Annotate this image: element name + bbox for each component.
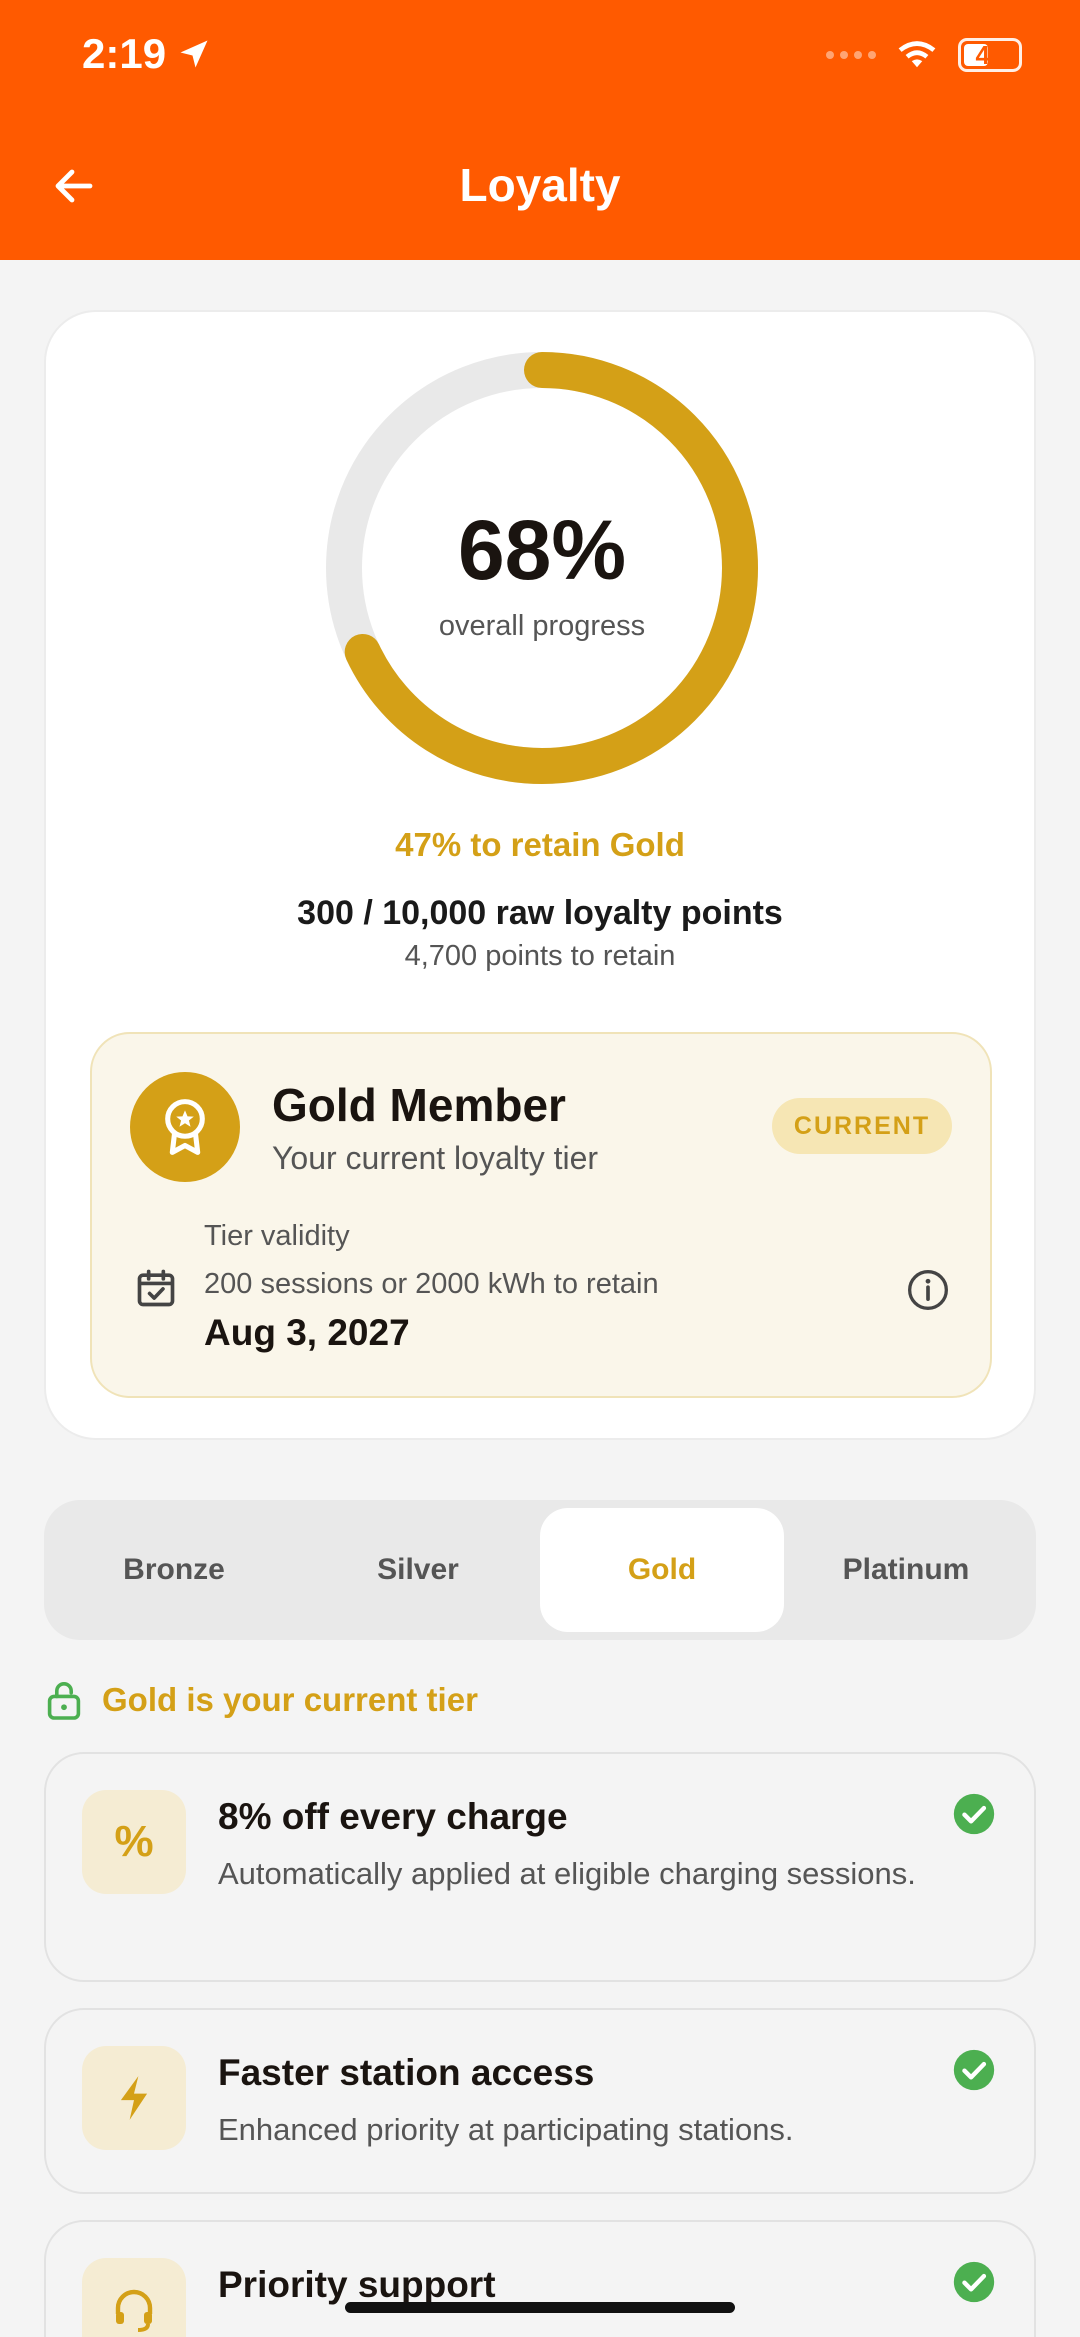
app-header: 2:19 47 Loyalty [0, 0, 1080, 260]
benefit-card: % 8% off every charge Automatically appl… [44, 1752, 1036, 1982]
tier-tabs: Bronze Silver Gold Platinum [44, 1500, 1036, 1640]
current-tier-badge: CURRENT [772, 1098, 952, 1154]
cellular-signal-icon [826, 51, 876, 59]
check-circle-icon [953, 2261, 995, 2303]
tier-card: Gold Member Your current loyalty tier CU… [90, 1032, 992, 1398]
benefit-title: 8% off every charge [218, 1796, 568, 1837]
location-arrow-icon [180, 40, 208, 68]
check-circle-icon [953, 2049, 995, 2091]
check-circle-icon [953, 1793, 995, 1835]
battery-icon: 47 [958, 38, 1022, 72]
wifi-icon [898, 41, 936, 68]
current-tier-text: Gold is your current tier [102, 1681, 478, 1718]
tier-name: Gold Member [272, 1079, 566, 1131]
info-icon[interactable] [906, 1268, 950, 1312]
benefit-description: Enhanced priority at participating stati… [218, 2112, 794, 2147]
percent-icon: % [82, 1790, 186, 1894]
home-indicator[interactable] [345, 2302, 735, 2313]
unlock-icon [47, 1682, 81, 1720]
status-time: 2:19 [82, 30, 212, 78]
status-indicators: 47 [826, 38, 1022, 72]
tab-platinum[interactable]: Platinum [784, 1508, 1028, 1632]
benefit-title: Priority support [218, 2264, 496, 2305]
medal-icon [130, 1072, 240, 1182]
page-title: Loyalty [459, 159, 621, 211]
tab-gold[interactable]: Gold [540, 1508, 784, 1632]
tab-silver[interactable]: Silver [296, 1508, 540, 1632]
benefit-card: Priority support [44, 2220, 1036, 2337]
progress-percent: 68% [457, 503, 627, 597]
validity-label: Tier validity [204, 1220, 350, 1252]
headset-icon [82, 2258, 186, 2337]
current-tier-note: Gold is your current tier [46, 1680, 478, 1720]
progress-subtitle: overall progress [438, 610, 646, 642]
retain-progress-text: 47% to retain Gold [395, 826, 685, 863]
calendar-check-icon [137, 1269, 175, 1307]
loyalty-progress-card: 68% overall progress 47% to retain Gold … [44, 310, 1036, 1440]
points-remaining-text: 4,700 points to retain [404, 940, 676, 972]
lightning-icon [82, 2046, 186, 2150]
validity-date: Aug 3, 2027 [204, 1312, 410, 1353]
benefit-card: Faster station access Enhanced priority … [44, 2008, 1036, 2194]
validity-rule: 200 sessions or 2000 kWh to retain [204, 1268, 659, 1300]
tab-bronze[interactable]: Bronze [52, 1508, 296, 1632]
status-time-text: 2:19 [82, 30, 167, 77]
points-total-text: 300 / 10,000 raw loyalty points [297, 894, 783, 932]
benefit-title: Faster station access [218, 2052, 595, 2093]
benefit-description: Automatically applied at eligible chargi… [218, 1856, 916, 1891]
battery-level: 47 [975, 39, 1005, 70]
tier-description: Your current loyalty tier [272, 1140, 599, 1176]
